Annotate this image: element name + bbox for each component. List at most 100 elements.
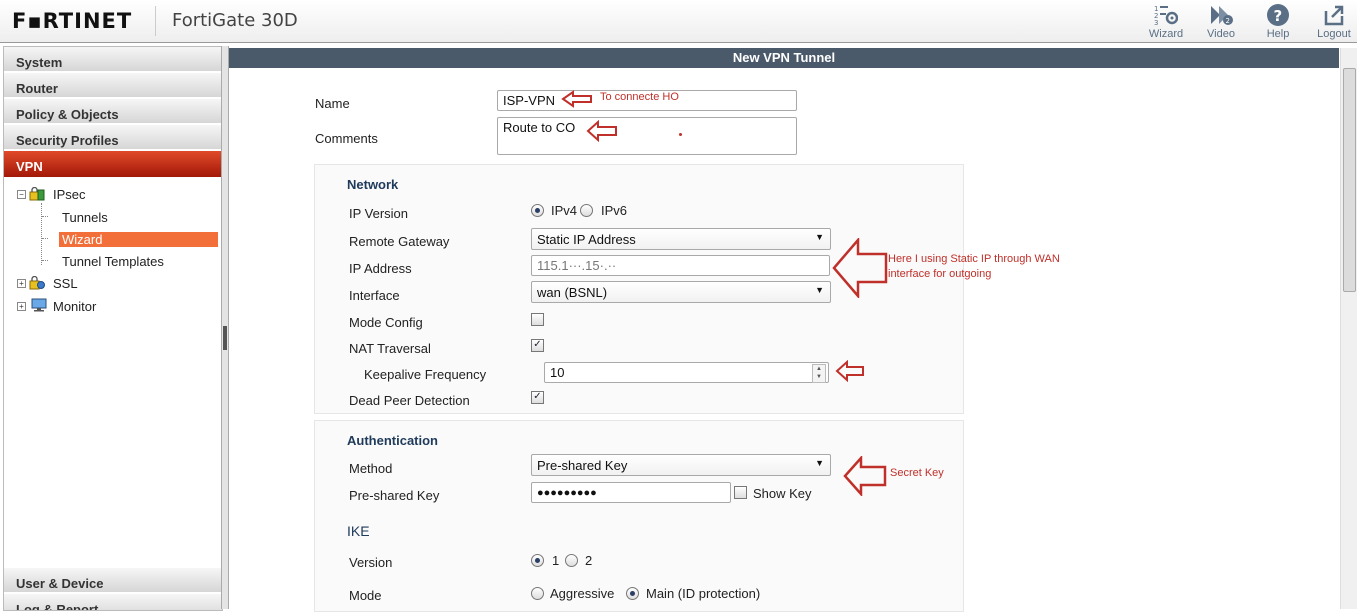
page-title: New VPN Tunnel <box>229 48 1339 68</box>
ipv4-label: IPv4 <box>551 203 578 218</box>
tree-guide <box>42 238 48 239</box>
wizard-icon: 1 2 3 <box>1154 5 1178 27</box>
show-key-checkbox[interactable] <box>734 486 747 499</box>
tree-item-ssl[interactable]: SSL <box>53 276 78 291</box>
collapse-ipsec-toggle[interactable]: − <box>17 190 26 199</box>
tree-item-monitor[interactable]: Monitor <box>53 299 96 314</box>
ipv6-radio[interactable] <box>580 204 593 217</box>
ike-version-1-label: 1 <box>552 553 560 568</box>
ip-address-input[interactable]: 115.1···.15·.·· <box>531 255 830 276</box>
name-annotation: To connecte HO <box>600 91 679 103</box>
main-mode-radio[interactable] <box>626 587 639 600</box>
sidebar-splitter[interactable] <box>221 46 229 609</box>
ike-version-1-radio[interactable] <box>531 554 544 567</box>
sidebar-section-user-device[interactable]: User & Device <box>4 568 222 594</box>
sidebar-section-router[interactable]: Router <box>4 73 222 99</box>
ip-version-label: IP Version <box>349 206 409 221</box>
svg-text:3: 3 <box>1154 19 1158 27</box>
show-key-label: Show Key <box>753 486 812 501</box>
expand-monitor-toggle[interactable]: + <box>17 302 26 311</box>
fortinet-logo: F▪RTINET <box>12 9 133 33</box>
aggressive-mode-radio[interactable] <box>531 587 544 600</box>
dropdown-arrow-icon: ▼ <box>815 285 824 295</box>
comments-label: Comments <box>315 131 378 146</box>
tree-item-ipsec[interactable]: IPsec <box>53 187 86 202</box>
nat-traversal-checkbox[interactable]: ✓ <box>531 339 544 352</box>
aggressive-mode-label: Aggressive <box>550 586 615 601</box>
vpn-tree: − IPsec Tunnels Wizard Tunnel Templates … <box>4 177 222 551</box>
ip-annotation-line1: Here I using Static IP through WAN <box>888 253 1060 265</box>
ipv4-radio[interactable] <box>531 204 544 217</box>
method-label: Method <box>349 461 393 476</box>
scrollbar-thumb[interactable] <box>1343 68 1356 292</box>
expand-ssl-toggle[interactable]: + <box>17 279 26 288</box>
video-icon: 2 <box>1211 6 1233 25</box>
ike-heading: IKE <box>347 523 370 539</box>
secret-key-annotation: Secret Key <box>890 467 944 479</box>
help-icon: ? <box>1267 4 1289 26</box>
tree-guide <box>41 203 42 265</box>
remote-gateway-select[interactable]: Static IP Address ▼ <box>531 228 831 250</box>
svg-text:2: 2 <box>1226 17 1230 25</box>
network-heading: Network <box>347 177 399 192</box>
logout-button[interactable]: Logout <box>1310 3 1357 40</box>
splitter-grip-icon[interactable] <box>223 326 227 350</box>
logout-icon <box>1324 5 1344 26</box>
psk-label: Pre-shared Key <box>349 488 440 503</box>
remote-gateway-label: Remote Gateway <box>349 234 450 249</box>
dpd-label: Dead Peer Detection <box>349 393 470 408</box>
ike-version-2-radio[interactable] <box>565 554 578 567</box>
ike-version-2-label: 2 <box>585 553 593 568</box>
dpd-checkbox[interactable]: ✓ <box>531 391 544 404</box>
main-content: New VPN Tunnel Name ISP-VPN Comments Rou… <box>229 46 1339 612</box>
dropdown-arrow-icon: ▼ <box>815 232 824 242</box>
help-button[interactable]: ? Help <box>1254 3 1302 40</box>
tree-item-tunnel-templates[interactable]: Tunnel Templates <box>62 254 164 269</box>
vertical-scrollbar[interactable] <box>1340 48 1357 609</box>
tree-item-wizard[interactable]: Wizard <box>59 232 218 247</box>
authentication-heading: Authentication <box>347 433 438 448</box>
ipsec-lock-icon <box>29 187 45 201</box>
annotation-arrow-icon <box>586 120 617 142</box>
device-model: FortiGate 30D <box>172 10 298 31</box>
ip-address-label: IP Address <box>349 261 412 276</box>
keepalive-value: 10 <box>550 365 565 380</box>
sidebar-section-system[interactable]: System <box>4 47 222 73</box>
annotation-arrow-icon <box>832 238 888 298</box>
tree-item-tunnels[interactable]: Tunnels <box>62 210 108 225</box>
sidebar-section-log-report[interactable]: Log & Report <box>4 594 222 610</box>
annotation-arrow-icon <box>835 360 864 382</box>
header-divider <box>155 6 156 36</box>
sidebar-section-vpn[interactable]: VPN <box>4 151 222 177</box>
main-mode-label: Main (ID protection) <box>646 586 761 601</box>
sidebar-section-policy-objects[interactable]: Policy & Objects <box>4 99 222 125</box>
ike-version-label: Version <box>349 555 393 570</box>
mode-config-checkbox[interactable] <box>531 313 544 326</box>
interface-select[interactable]: wan (BSNL) ▼ <box>531 281 831 303</box>
remote-gateway-value: Static IP Address <box>537 232 636 247</box>
ip-annotation-line2: interface for outgoing <box>888 268 992 280</box>
authentication-section <box>314 420 964 612</box>
comments-textarea[interactable]: Route to CO <box>497 117 797 155</box>
keepalive-label: Keepalive Frequency <box>364 367 487 382</box>
annotation-arrow-icon <box>843 456 887 496</box>
keepalive-input[interactable]: 10 ▲ ▼ <box>544 362 829 383</box>
tree-guide <box>42 216 48 217</box>
ipv6-label: IPv6 <box>601 203 628 218</box>
annotation-dot <box>679 133 682 136</box>
mode-config-label: Mode Config <box>349 315 423 330</box>
keepalive-spinner-icon[interactable]: ▲ ▼ <box>812 364 826 383</box>
nat-traversal-label: NAT Traversal <box>349 341 431 356</box>
sidebar-bottom-sections: User & Device Log & Report <box>4 568 222 610</box>
video-button[interactable]: 2 Video <box>1197 3 1245 40</box>
psk-input[interactable]: ●●●●●●●●● <box>531 482 731 503</box>
svg-text:?: ? <box>1274 7 1283 25</box>
annotation-arrow-icon <box>561 90 592 108</box>
method-select[interactable]: Pre-shared Key ▼ <box>531 454 831 476</box>
sidebar-section-security-profiles[interactable]: Security Profiles <box>4 125 222 151</box>
ike-mode-label: Mode <box>349 588 382 603</box>
wizard-button[interactable]: 1 2 3 Wizard <box>1142 3 1190 40</box>
tree-guide <box>42 260 48 261</box>
ssl-lock-icon <box>29 276 45 290</box>
monitor-icon <box>31 298 47 312</box>
